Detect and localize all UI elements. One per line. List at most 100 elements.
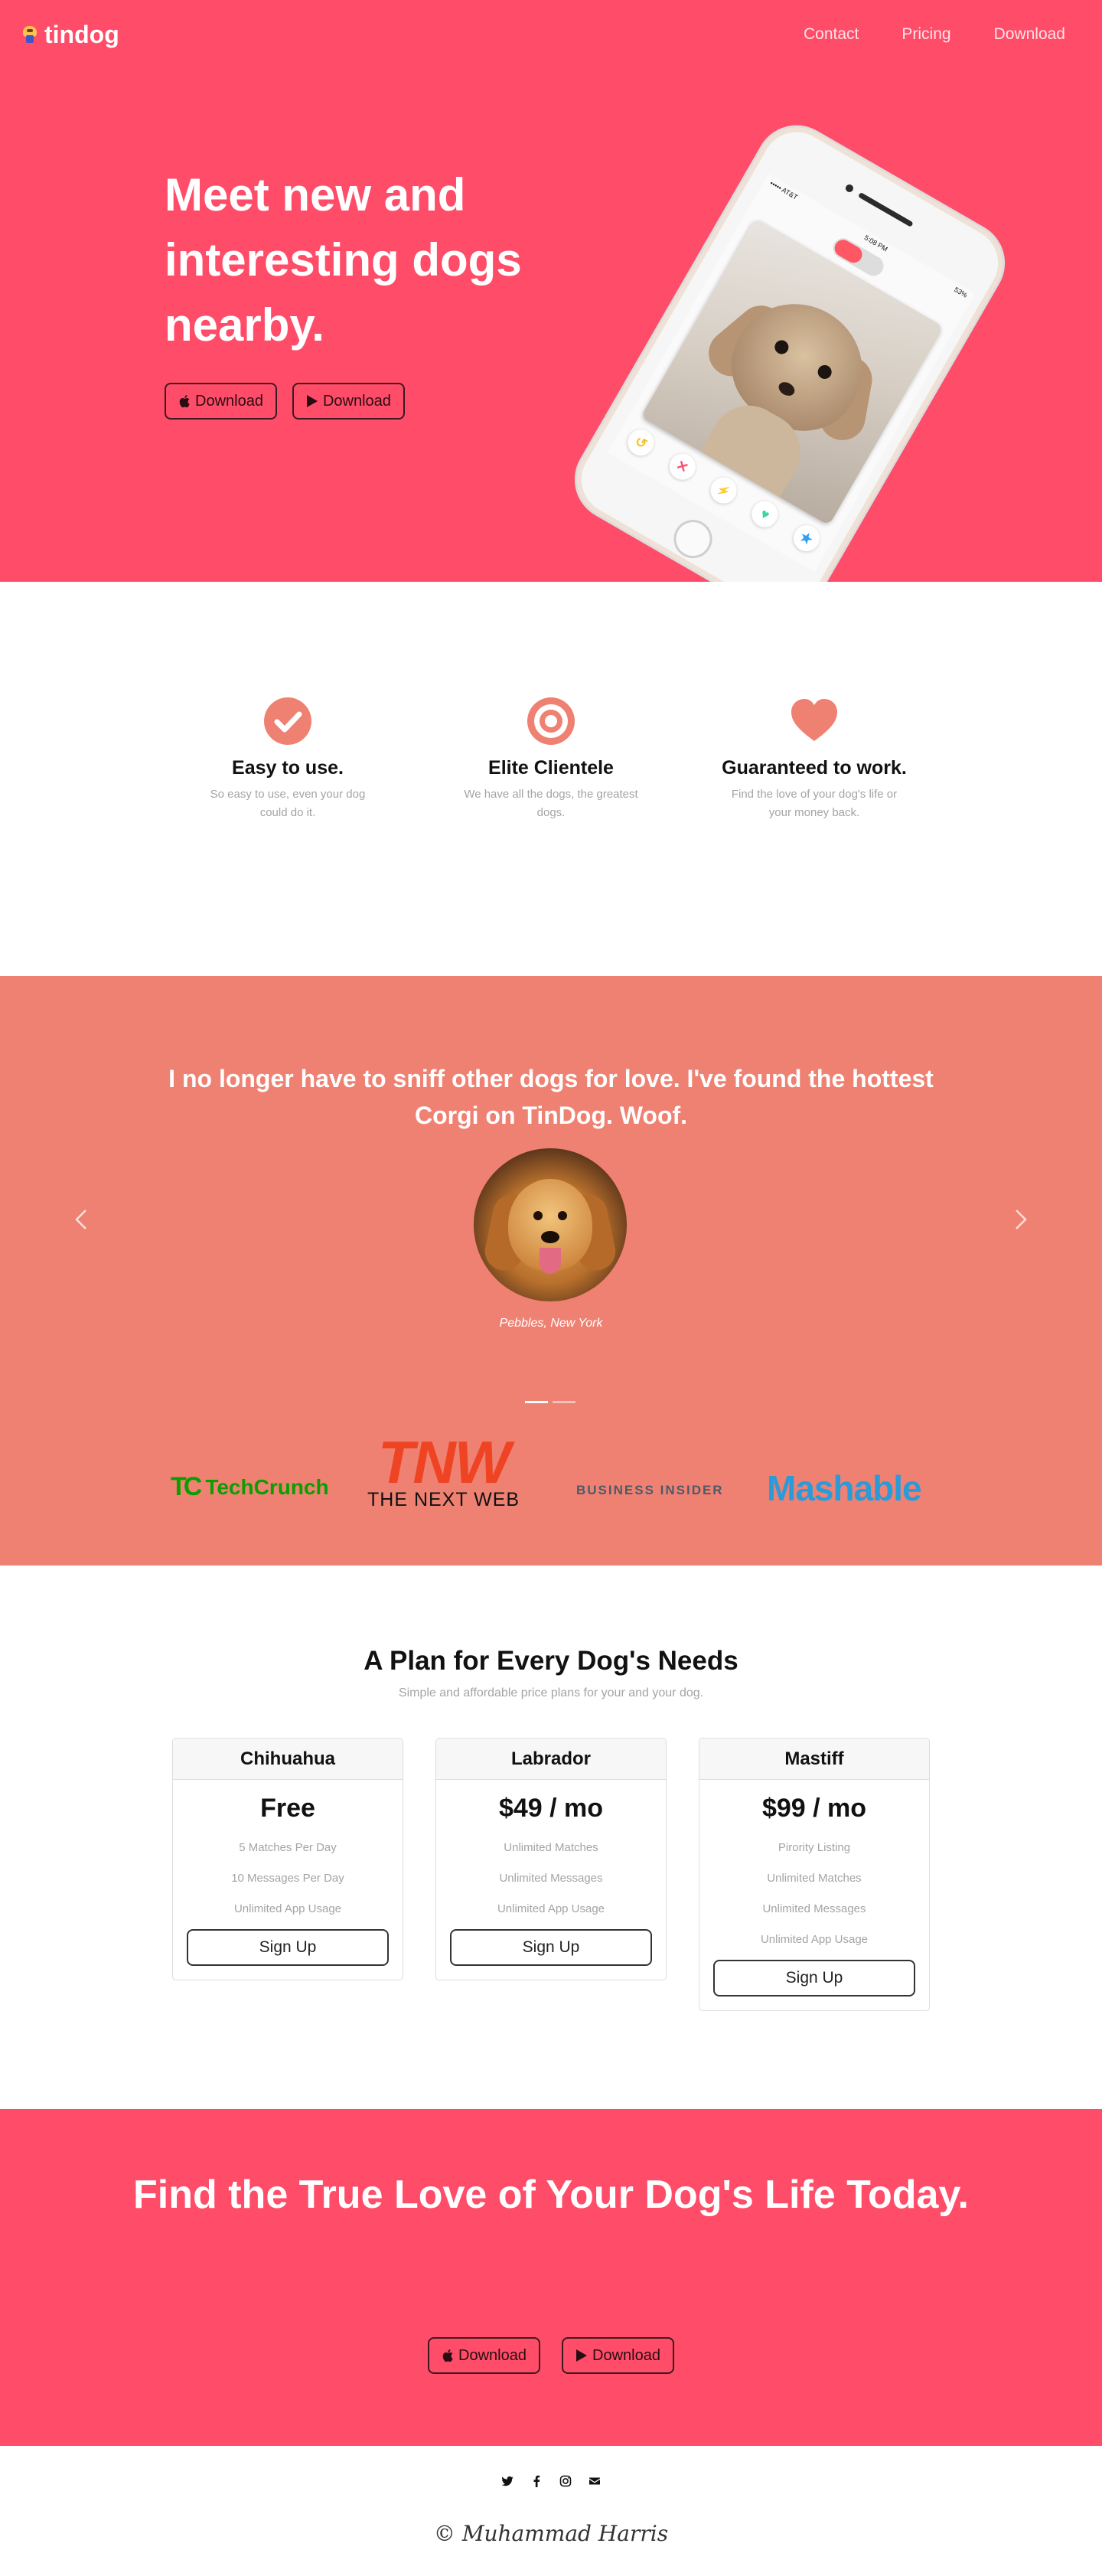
plan-price: $49 / mo <box>498 1794 604 1823</box>
nope-icon: ✕ <box>664 449 700 485</box>
signup-button[interactable]: Sign Up <box>450 1929 652 1966</box>
nav-link-contact[interactable]: Contact <box>804 25 859 44</box>
plan-name: Mastiff <box>699 1739 929 1780</box>
hero-section: tindog Contact Pricing Download Meet new… <box>0 0 1102 582</box>
download-apple-label: Download <box>195 392 263 410</box>
feature-text: Find the love of your dog's life or your… <box>731 788 898 819</box>
phone-home-button <box>667 512 719 566</box>
boost-icon: ⚡ <box>706 472 742 508</box>
carousel-indicators <box>525 1401 575 1403</box>
feature-elite: Elite Clientele We have all the dogs, th… <box>419 697 683 976</box>
plan-price: Free <box>260 1794 315 1823</box>
tnw-name: THE NEXT WEB <box>367 1489 520 1510</box>
feature-guaranteed: Guaranteed to work. Find the love of you… <box>683 697 946 976</box>
features-section: Easy to use. So easy to use, even your d… <box>0 582 1102 976</box>
hero-download-buttons: Download Download <box>165 383 405 420</box>
apple-icon <box>442 2349 453 2362</box>
plan-card-chihuahua: Chihuahua Free 5 Matches Per Day 10 Mess… <box>172 1738 403 1980</box>
rewind-icon: ↺ <box>623 425 659 461</box>
plan-price: $99 / mo <box>761 1794 867 1823</box>
plan-feature: Unlimited Messages <box>762 1902 866 1915</box>
plan-body: $49 / mo Unlimited Matches Unlimited Mes… <box>436 1780 666 1980</box>
tnw-mark: TNW <box>377 1428 511 1496</box>
plan-feature: Pirority Listing <box>778 1841 851 1854</box>
footer: © Muhammad Harris <box>0 2446 1102 2576</box>
navbar: tindog Contact Pricing Download <box>0 0 1102 69</box>
bullseye-icon <box>527 697 575 745</box>
pricing-title: A Plan for Every Dog's Needs <box>364 1646 738 1676</box>
carousel-indicator[interactable] <box>553 1401 575 1403</box>
testimonial-caption: Pebbles, New York <box>499 1317 603 1330</box>
nav-link-download[interactable]: Download <box>994 25 1065 44</box>
plan-feature: Unlimited App Usage <box>760 1933 869 1946</box>
techcrunch-logo: TC TechCrunch <box>171 1472 329 1502</box>
plan-name: Labrador <box>436 1739 666 1780</box>
facebook-icon[interactable] <box>530 2475 543 2487</box>
plan-feature: Unlimited Matches <box>504 1841 598 1854</box>
nav-links: Contact Pricing Download <box>804 25 1065 44</box>
signup-button[interactable]: Sign Up <box>713 1960 915 1996</box>
plan-feature: Unlimited Matches <box>767 1872 862 1885</box>
feature-text: We have all the dogs, the greatest dogs. <box>464 788 638 819</box>
twitter-icon[interactable] <box>501 2475 514 2487</box>
download-apple-button[interactable]: Download <box>165 383 277 420</box>
cta-download-google-label: Download <box>592 2346 660 2364</box>
mashable-logo: Mashable <box>767 1468 922 1508</box>
plan-feature: 5 Matches Per Day <box>239 1841 337 1854</box>
cta-download-buttons: Download Download <box>0 2337 1102 2374</box>
download-google-label: Download <box>322 392 391 410</box>
signup-button[interactable]: Sign Up <box>187 1929 389 1966</box>
feature-title: Guaranteed to work. <box>722 757 907 779</box>
feature-easy: Easy to use. So easy to use, even your d… <box>156 697 419 976</box>
chevron-right-icon[interactable] <box>1004 1204 1035 1235</box>
plan-body: Free 5 Matches Per Day 10 Messages Per D… <box>173 1780 403 1980</box>
envelope-icon[interactable] <box>588 2475 601 2487</box>
google-play-icon <box>306 395 318 407</box>
plan-card-mastiff: Mastiff $99 / mo Pirority Listing Unlimi… <box>699 1738 930 2011</box>
plan-feature: 10 Messages Per Day <box>231 1872 344 1885</box>
feature-title: Elite Clientele <box>488 757 614 779</box>
brand[interactable]: tindog <box>21 21 119 49</box>
plan-name: Chihuahua <box>173 1739 403 1780</box>
tnw-logo: TNW THE NEXT WEB <box>367 1428 520 1511</box>
press-logos: TC TechCrunch TNW THE NEXT WEB BUSINESS … <box>165 1428 937 1520</box>
phone-battery: 53% <box>953 286 969 299</box>
cta-download-apple-button[interactable]: Download <box>428 2337 540 2374</box>
testimonial-quote: I no longer have to sniff other dogs for… <box>168 1065 934 1129</box>
carousel-indicator[interactable] <box>525 1401 548 1403</box>
heart-icon <box>791 699 837 741</box>
plan-feature: Unlimited Messages <box>499 1872 603 1885</box>
dog-logo-icon <box>21 24 38 44</box>
social-links <box>0 2475 1102 2487</box>
phone-carrier: ••••• AT&T <box>768 179 800 201</box>
plan-feature: Unlimited App Usage <box>233 1902 342 1915</box>
phone-mockup: ••••• AT&T 5:08 PM 53% ↺ ✕ ⚡ ♥ ★ <box>559 109 1020 582</box>
cta-download-apple-label: Download <box>458 2346 527 2364</box>
hero-title: Meet new and interesting dogs nearby. <box>165 169 522 351</box>
plan-body: $99 / mo Pirority Listing Unlimited Matc… <box>699 1780 929 2010</box>
download-google-button[interactable]: Download <box>292 383 405 420</box>
cta-download-google-button[interactable]: Download <box>562 2337 674 2374</box>
pricing-section: A Plan for Every Dog's Needs Simple and … <box>0 1566 1102 2109</box>
phone-screen: ••••• AT&T 5:08 PM 53% ↺ ✕ ⚡ ♥ ★ <box>607 174 976 573</box>
testimonial-section: I no longer have to sniff other dogs for… <box>0 976 1102 1566</box>
techcrunch-name: TechCrunch <box>205 1474 329 1499</box>
business-insider-logo: BUSINESS INSIDER <box>576 1483 724 1497</box>
pricing-subtitle: Simple and affordable price plans for yo… <box>398 1686 704 1699</box>
plan-card-labrador: Labrador $49 / mo Unlimited Matches Unli… <box>435 1738 667 1980</box>
plan-feature: Unlimited App Usage <box>497 1902 605 1915</box>
nav-link-pricing[interactable]: Pricing <box>901 25 950 44</box>
testimonial-avatar <box>474 1148 627 1301</box>
copyright: © Muhammad Harris <box>433 2521 669 2546</box>
brand-name: tindog <box>44 20 119 48</box>
feature-title: Easy to use. <box>232 757 344 779</box>
cta-section: Find the True Love of Your Dog's Life To… <box>0 2109 1102 2446</box>
google-play-icon <box>576 2349 587 2362</box>
superlike-icon: ★ <box>788 520 824 557</box>
chevron-left-icon[interactable] <box>67 1204 98 1235</box>
check-circle-icon <box>264 697 311 745</box>
apple-icon <box>179 395 190 408</box>
phone-camera <box>844 183 855 194</box>
techcrunch-mark: TC <box>171 1472 202 1501</box>
instagram-icon[interactable] <box>559 2475 572 2487</box>
